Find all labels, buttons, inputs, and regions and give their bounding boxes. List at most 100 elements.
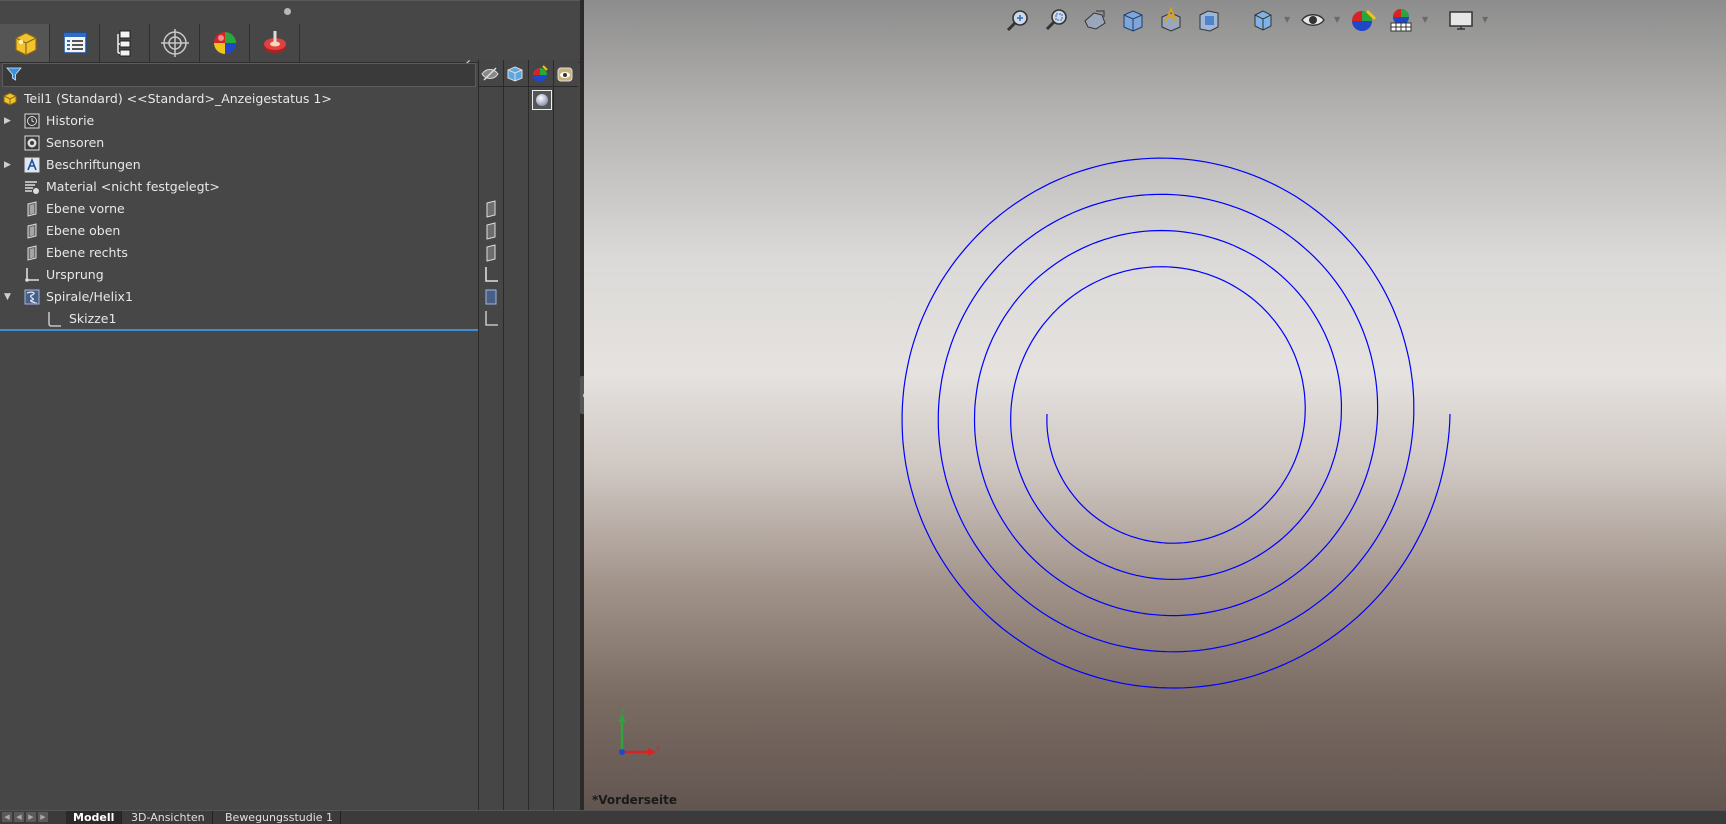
annotations-icon bbox=[24, 157, 40, 173]
spiral-curve[interactable] bbox=[901, 157, 1451, 689]
plane-icon bbox=[27, 223, 37, 239]
tree-item-ebene-rechts[interactable]: Ebene rechts bbox=[0, 242, 478, 264]
zoom-to-fit-icon bbox=[1006, 10, 1028, 32]
plane-icon bbox=[486, 222, 496, 240]
graphics-viewport[interactable]: ▼ ▼ ▼ ▼ y x *Vorderseite bbox=[584, 0, 1726, 810]
helix-icon bbox=[24, 289, 40, 305]
display-style-button[interactable] bbox=[1248, 6, 1278, 34]
reference-triad: y x bbox=[618, 706, 660, 756]
tab-bewegungsstudie[interactable]: Bewegungsstudie 1 bbox=[218, 811, 342, 824]
hide-show-dropdown-icon[interactable]: ▼ bbox=[1334, 16, 1342, 24]
scroll-last-icon[interactable]: ▶ bbox=[38, 812, 48, 822]
displaymanager-tab[interactable] bbox=[200, 24, 250, 62]
tree-item-historie[interactable]: ▶ Historie bbox=[0, 110, 478, 132]
hide-show-column-header[interactable] bbox=[479, 62, 501, 86]
tree-root-item[interactable]: Teil1 (Standard) <<Standard>_Anzeigestat… bbox=[0, 88, 478, 110]
origin-icon bbox=[485, 267, 498, 282]
sensor-icon bbox=[24, 135, 40, 151]
transparency-column-header[interactable] bbox=[554, 62, 576, 86]
propertymanager-tab[interactable] bbox=[50, 24, 100, 62]
display-style-icon bbox=[1254, 10, 1272, 31]
hide-show-items-button[interactable] bbox=[1298, 6, 1328, 34]
zoom-to-area-icon bbox=[1045, 9, 1067, 31]
appearance-icon bbox=[533, 65, 548, 82]
tree-item-label: Ebene rechts bbox=[46, 245, 128, 260]
heads-up-view-toolbar: ▼ ▼ ▼ ▼ bbox=[584, 4, 1726, 38]
display-style-dropdown-icon[interactable]: ▼ bbox=[1284, 16, 1292, 24]
configuration-tree-icon bbox=[116, 30, 130, 57]
plane-icon bbox=[486, 244, 496, 262]
tree-item-ursprung[interactable]: Ursprung bbox=[0, 264, 478, 286]
sketch-icon bbox=[485, 311, 498, 326]
tab-modell[interactable]: Modell bbox=[66, 811, 123, 824]
part-icon bbox=[3, 92, 17, 106]
apply-scene-button[interactable] bbox=[1386, 6, 1416, 34]
previous-view-button[interactable] bbox=[1080, 6, 1110, 34]
section-view-button[interactable] bbox=[1118, 6, 1148, 34]
expand-arrow-icon[interactable]: ▶ bbox=[4, 154, 14, 176]
tree-item-beschriftungen[interactable]: ▶ Beschriftungen bbox=[0, 154, 478, 176]
tree-item-ebene-vorne[interactable]: Ebene vorne bbox=[0, 198, 478, 220]
collapse-arrow-icon[interactable]: ▼ bbox=[4, 286, 14, 308]
display-mode-cube-icon bbox=[507, 66, 523, 82]
tree-item-skizze[interactable]: Skizze1 bbox=[0, 308, 478, 330]
display-mode-column[interactable] bbox=[503, 60, 528, 810]
featuremanager-tab[interactable] bbox=[0, 24, 50, 62]
filter-icon bbox=[6, 67, 22, 81]
origin-icon bbox=[25, 268, 39, 282]
view-settings-dropdown-icon[interactable]: ▼ bbox=[1482, 16, 1490, 24]
bottom-tab-bar: ◀ ◀ ▶ ▶ Modell 3D-Ansichten Bewegungsstu… bbox=[0, 810, 1726, 824]
panel-top-strip bbox=[0, 0, 580, 23]
hide-show-column[interactable] bbox=[478, 60, 503, 810]
appearance-swatch[interactable] bbox=[532, 90, 552, 110]
tree-item-label: Skizze1 bbox=[69, 311, 117, 326]
transparency-icon bbox=[557, 67, 573, 82]
edit-appearance-button[interactable] bbox=[1348, 6, 1378, 34]
view-settings-icon bbox=[1449, 11, 1473, 30]
zoom-to-fit-button[interactable] bbox=[1004, 6, 1034, 34]
display-mode-column-header[interactable] bbox=[504, 62, 526, 86]
tree-item-spirale-helix[interactable]: ▼ Spirale/Helix1 bbox=[0, 286, 478, 308]
transparency-column[interactable] bbox=[553, 60, 578, 810]
tree-item-label: Ebene vorne bbox=[46, 201, 125, 216]
appearance-column[interactable] bbox=[528, 60, 553, 810]
configurationmanager-tab[interactable] bbox=[100, 24, 150, 62]
panel-tab-row: ‹ bbox=[0, 22, 580, 72]
expand-arrow-icon[interactable]: ▶ bbox=[4, 110, 14, 132]
dimxpertmanager-tab[interactable] bbox=[150, 24, 200, 62]
zoom-to-area-button[interactable] bbox=[1042, 6, 1072, 34]
selection-indicator-line bbox=[0, 329, 478, 331]
hide-show-items-icon bbox=[1301, 14, 1325, 26]
tree-item-label: Material <nicht festgelegt> bbox=[46, 179, 220, 194]
target-icon bbox=[160, 29, 189, 57]
view-orientation-button[interactable] bbox=[1194, 6, 1224, 34]
dynamic-annotation-view-icon bbox=[1161, 7, 1181, 32]
scroll-first-icon[interactable]: ◀ bbox=[2, 812, 12, 822]
view-orientation-icon bbox=[1199, 10, 1219, 32]
scroll-next-icon[interactable]: ▶ bbox=[26, 812, 36, 822]
view-orientation-label: *Vorderseite bbox=[592, 793, 677, 807]
apply-scene-icon bbox=[1390, 9, 1412, 32]
tree-item-ebene-oben[interactable]: Ebene oben bbox=[0, 220, 478, 242]
previous-view-icon bbox=[1084, 10, 1106, 30]
section-view-icon bbox=[1123, 10, 1143, 32]
tree-item-sensoren[interactable]: Sensoren bbox=[0, 132, 478, 154]
appearance-column-header[interactable] bbox=[529, 62, 551, 86]
panel-resize-grip[interactable] bbox=[284, 8, 291, 15]
dynamic-annotation-view-button[interactable] bbox=[1156, 6, 1186, 34]
apply-scene-dropdown-icon[interactable]: ▼ bbox=[1422, 16, 1430, 24]
tree-item-label: Spirale/Helix1 bbox=[46, 289, 133, 304]
tree-item-material[interactable]: Material <nicht festgelegt> bbox=[0, 176, 478, 198]
appearance-sphere-icon bbox=[213, 32, 236, 54]
cam-tab[interactable] bbox=[250, 24, 300, 62]
feature-tree: Teil1 (Standard) <<Standard>_Anzeigestat… bbox=[0, 88, 478, 808]
tree-item-label: Ursprung bbox=[46, 267, 104, 282]
edit-appearance-icon bbox=[1352, 9, 1376, 31]
tab-3d-ansichten[interactable]: 3D-Ansichten bbox=[124, 811, 213, 824]
scroll-prev-icon[interactable]: ◀ bbox=[14, 812, 24, 822]
cam-icon bbox=[263, 31, 286, 53]
helix-icon bbox=[485, 289, 497, 305]
plane-icon bbox=[486, 200, 496, 218]
view-settings-button[interactable] bbox=[1446, 6, 1476, 34]
tree-filter-field[interactable] bbox=[2, 63, 476, 87]
